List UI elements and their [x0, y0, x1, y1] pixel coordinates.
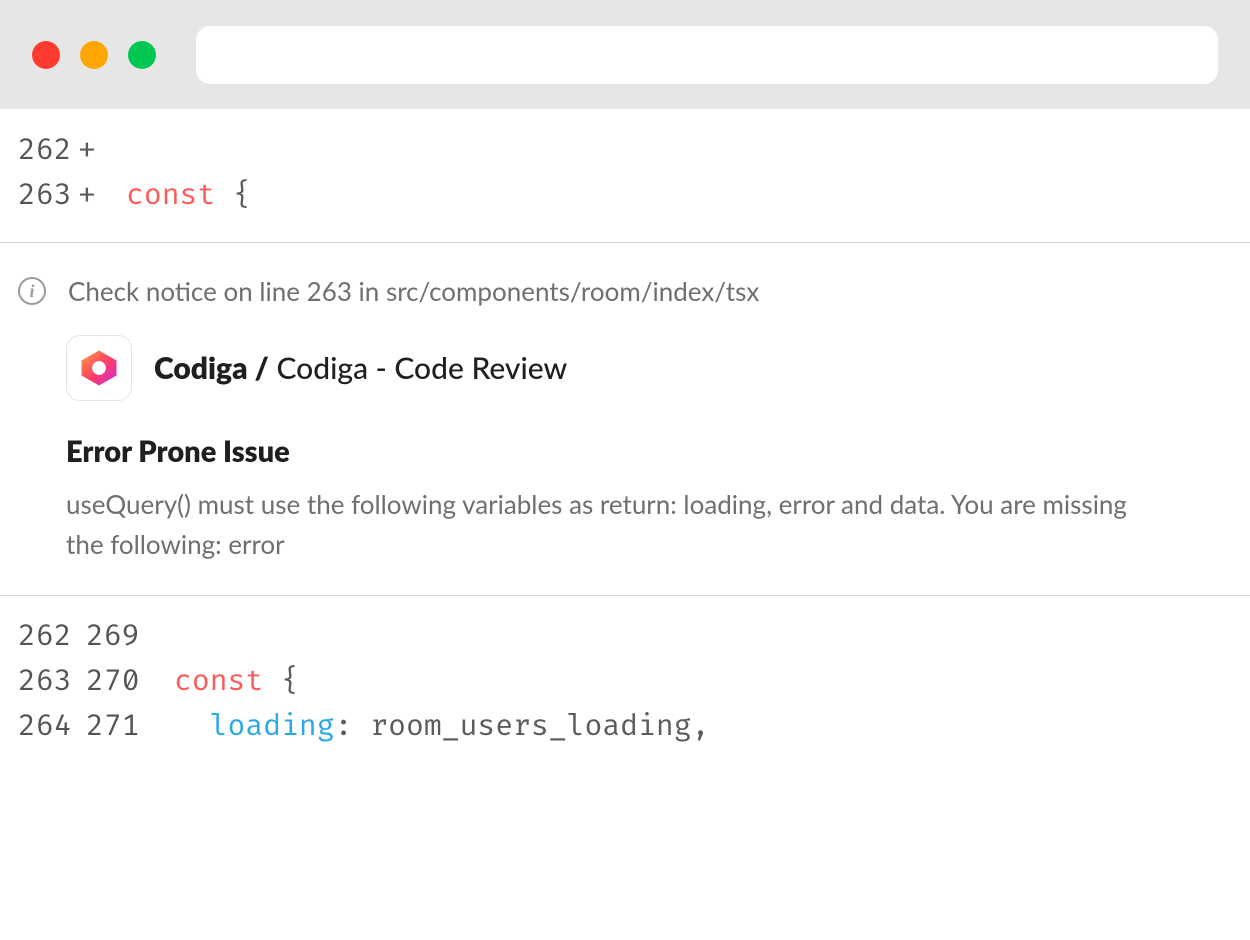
code-token-keyword: const: [174, 659, 263, 704]
close-window-icon[interactable]: [32, 41, 60, 69]
diff-block-top: 262 + 263 + const {: [0, 110, 1250, 242]
diff-line: 262 269: [18, 614, 1232, 659]
notice-header: i Check notice on line 263 in src/compon…: [18, 273, 1232, 309]
code-token-property: loading: [210, 704, 335, 749]
notice-text: Check notice on line 263 in src/componen…: [68, 273, 759, 309]
issue-description: useQuery() must use the following variab…: [66, 484, 1166, 565]
review-panel: Codiga / Codiga - Code Review Error Pron…: [18, 309, 1232, 564]
line-number-new: 271: [86, 704, 174, 749]
zoom-window-icon[interactable]: [128, 41, 156, 69]
code-token: {: [215, 173, 251, 218]
review-app-suffix: Codiga - Code Review: [269, 350, 567, 386]
diff-block-bottom: 262 269 263 270 const { 264 271 loading:…: [0, 596, 1250, 773]
diff-add-icon: +: [78, 173, 126, 218]
issue-title: Error Prone Issue: [66, 435, 1232, 470]
line-number-old: 262: [18, 614, 86, 659]
codiga-logo-icon: [66, 335, 132, 401]
review-header: Codiga / Codiga - Code Review: [66, 335, 1232, 401]
diff-line: 262 +: [18, 128, 1232, 173]
review-title: Codiga / Codiga - Code Review: [154, 350, 567, 386]
code-token: : room_users_loading,: [335, 704, 710, 749]
diff-add-icon: +: [78, 128, 126, 173]
titlebar: [0, 0, 1250, 110]
diff-line: 264 271 loading: room_users_loading,: [18, 704, 1232, 749]
check-notice: i Check notice on line 263 in src/compon…: [0, 243, 1250, 595]
review-app-name: Codiga /: [154, 350, 269, 386]
line-number-old: 264: [18, 704, 86, 749]
code-token: {: [263, 659, 299, 704]
browser-window: 262 + 263 + const { i Check notice on li…: [0, 0, 1250, 940]
url-input[interactable]: [196, 26, 1218, 84]
line-number-new: 269: [86, 614, 174, 659]
line-number-new: 270: [86, 659, 174, 704]
diff-line: 263 + const {: [18, 173, 1232, 218]
codiga-logo-svg: [79, 348, 119, 388]
code-indent: [174, 704, 210, 749]
line-number-old: 262: [18, 128, 78, 173]
diff-line: 263 270 const {: [18, 659, 1232, 704]
code-token-keyword: const: [126, 173, 215, 218]
info-icon: i: [18, 277, 46, 305]
traffic-lights: [32, 41, 156, 69]
line-number-old: 263: [18, 173, 78, 218]
line-number-old: 263: [18, 659, 86, 704]
minimize-window-icon[interactable]: [80, 41, 108, 69]
